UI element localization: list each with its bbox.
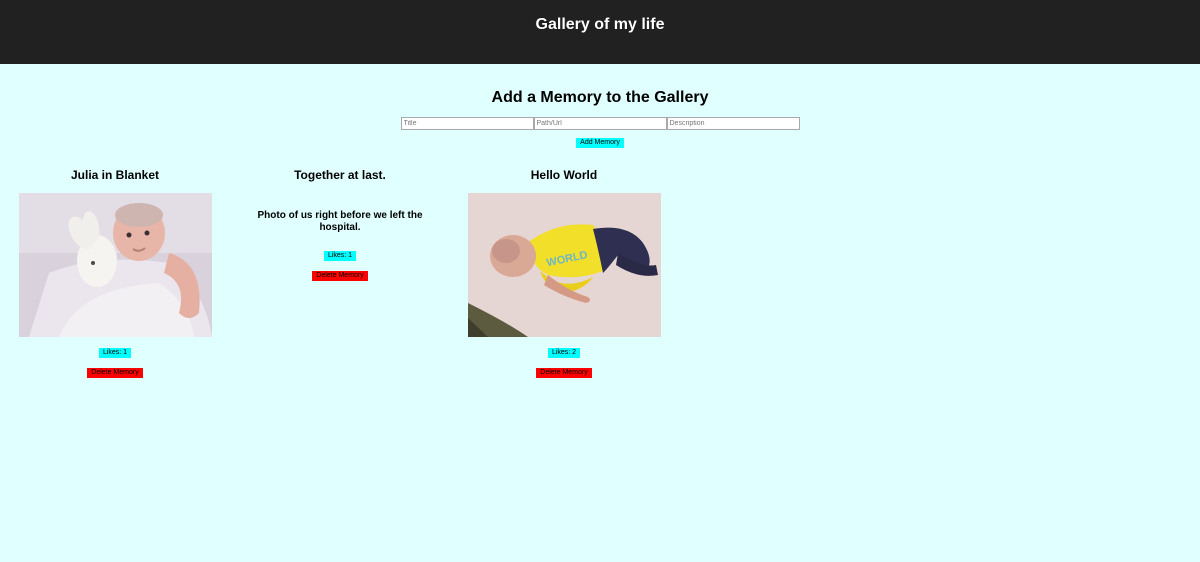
delete-memory-button[interactable]: Delete Memory	[87, 368, 143, 378]
memory-description: Photo of us right before we left the hos…	[257, 210, 423, 233]
memory-card: Together at last. Photo of us right befo…	[220, 160, 460, 282]
memory-photo: WORLD	[467, 193, 661, 337]
add-memory-button[interactable]: Add Memory	[576, 138, 624, 148]
memory-card: Julia in Blanket Likes: 1 Delete Memory	[0, 160, 235, 379]
memory-photo	[18, 193, 212, 337]
memory-title: Hello World	[530, 168, 598, 182]
delete-memory-button[interactable]: Delete Memory	[536, 368, 592, 378]
memory-title: Together at last.	[294, 168, 386, 182]
page-title: Gallery of my life	[535, 16, 665, 33]
add-memory-heading: Add a Memory to the Gallery	[491, 89, 709, 106]
memory-card: Hello World WORLD Likes: 2 Delete Memory	[444, 160, 684, 379]
likes-button[interactable]: Likes: 1	[98, 348, 132, 358]
delete-memory-button[interactable]: Delete Memory	[312, 271, 368, 281]
path-url-input[interactable]	[533, 117, 667, 130]
description-input[interactable]	[666, 117, 800, 130]
title-input[interactable]	[400, 117, 534, 130]
memory-title: Julia in Blanket	[70, 168, 160, 182]
likes-button[interactable]: Likes: 2	[547, 348, 581, 358]
header-bar: Gallery of my life	[0, 0, 1200, 64]
add-memory-inputs	[0, 117, 1200, 130]
likes-button[interactable]: Likes: 1	[323, 251, 357, 261]
add-memory-form: Add a Memory to the Gallery Add Memory	[0, 89, 1200, 149]
